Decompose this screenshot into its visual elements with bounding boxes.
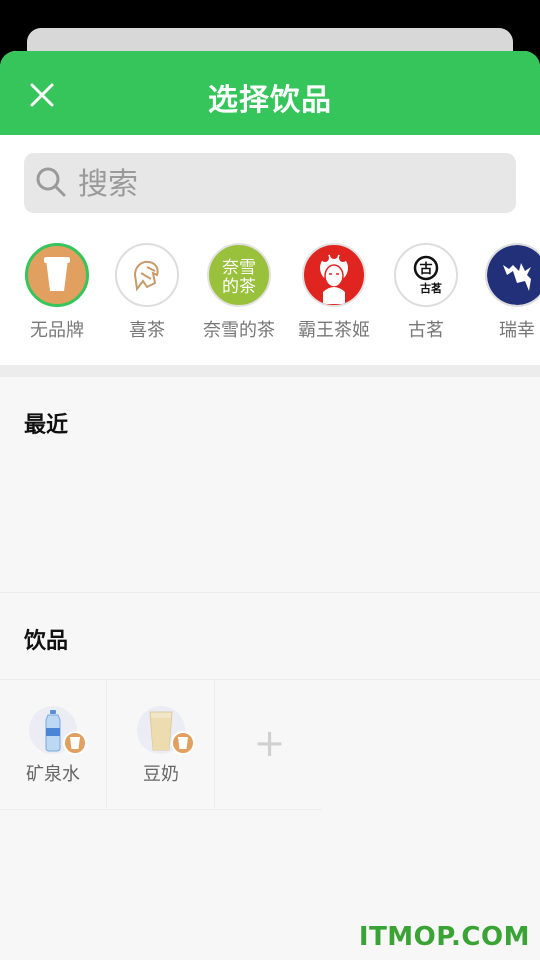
goodme-logo: 古 古茗 — [394, 243, 458, 307]
svg-text:古茗: 古茗 — [420, 281, 442, 295]
watermark: ITMOP.COM — [358, 922, 530, 952]
drink-name: 矿泉水 — [26, 764, 80, 785]
cup-icon — [171, 731, 195, 755]
brand-label: 奈雪的茶 — [203, 320, 275, 341]
heytea-logo — [115, 243, 179, 307]
brand-label: 瑞幸 — [499, 320, 535, 341]
cup-icon — [25, 243, 89, 307]
drink-item-water[interactable]: 矿泉水 — [0, 680, 107, 808]
search-input[interactable] — [76, 153, 500, 215]
brand-label: 古茗 — [408, 320, 444, 341]
brand-item-chagee[interactable]: 霸王茶姬 — [294, 243, 374, 342]
search-icon — [36, 167, 66, 197]
divider — [0, 809, 322, 810]
brand-item-heytea[interactable]: 喜茶 — [107, 243, 187, 342]
brand-label: 霸王茶姬 — [298, 320, 370, 341]
svg-text:的茶: 的茶 — [222, 277, 256, 297]
brand-item-goodme[interactable]: 古 古茗 古茗 — [386, 243, 466, 342]
section-heading-recent: 最近 — [24, 413, 69, 438]
svg-text:古: 古 — [419, 261, 432, 277]
drink-item-soy-milk[interactable]: 豆奶 — [108, 680, 215, 808]
search-box[interactable] — [24, 153, 516, 215]
section-divider — [0, 365, 540, 377]
brand-list: 无品牌 喜茶 奈雪 的茶 奈雪的茶 霸王茶姬 古 古茗 古茗 瑞幸 — [0, 243, 540, 353]
section-heading-drinks: 饮品 — [24, 629, 69, 654]
brand-item-no-brand[interactable]: 无品牌 — [17, 243, 97, 342]
brand-label: 无品牌 — [30, 320, 84, 341]
drink-picker-sheet: 选择饮品 无品牌 — [0, 51, 540, 960]
svg-text:奈雪: 奈雪 — [222, 258, 256, 278]
add-drink-button[interactable]: + — [216, 679, 323, 807]
search-and-brands: 无品牌 喜茶 奈雪 的茶 — [0, 135, 540, 365]
header-bar: 选择饮品 — [0, 51, 540, 135]
brand-label: 喜茶 — [129, 320, 165, 341]
brand-item-nayuki[interactable]: 奈雪 的茶 奈雪的茶 — [199, 243, 279, 342]
cup-icon — [63, 731, 87, 755]
drink-name: 豆奶 — [143, 764, 179, 785]
nayuki-logo: 奈雪 的茶 — [207, 243, 271, 307]
brand-item-luckin[interactable]: 瑞幸 — [477, 243, 540, 342]
chagee-logo — [302, 243, 366, 307]
luckin-logo — [485, 243, 540, 307]
divider — [0, 592, 540, 593]
page-title: 选择饮品 — [208, 83, 332, 118]
